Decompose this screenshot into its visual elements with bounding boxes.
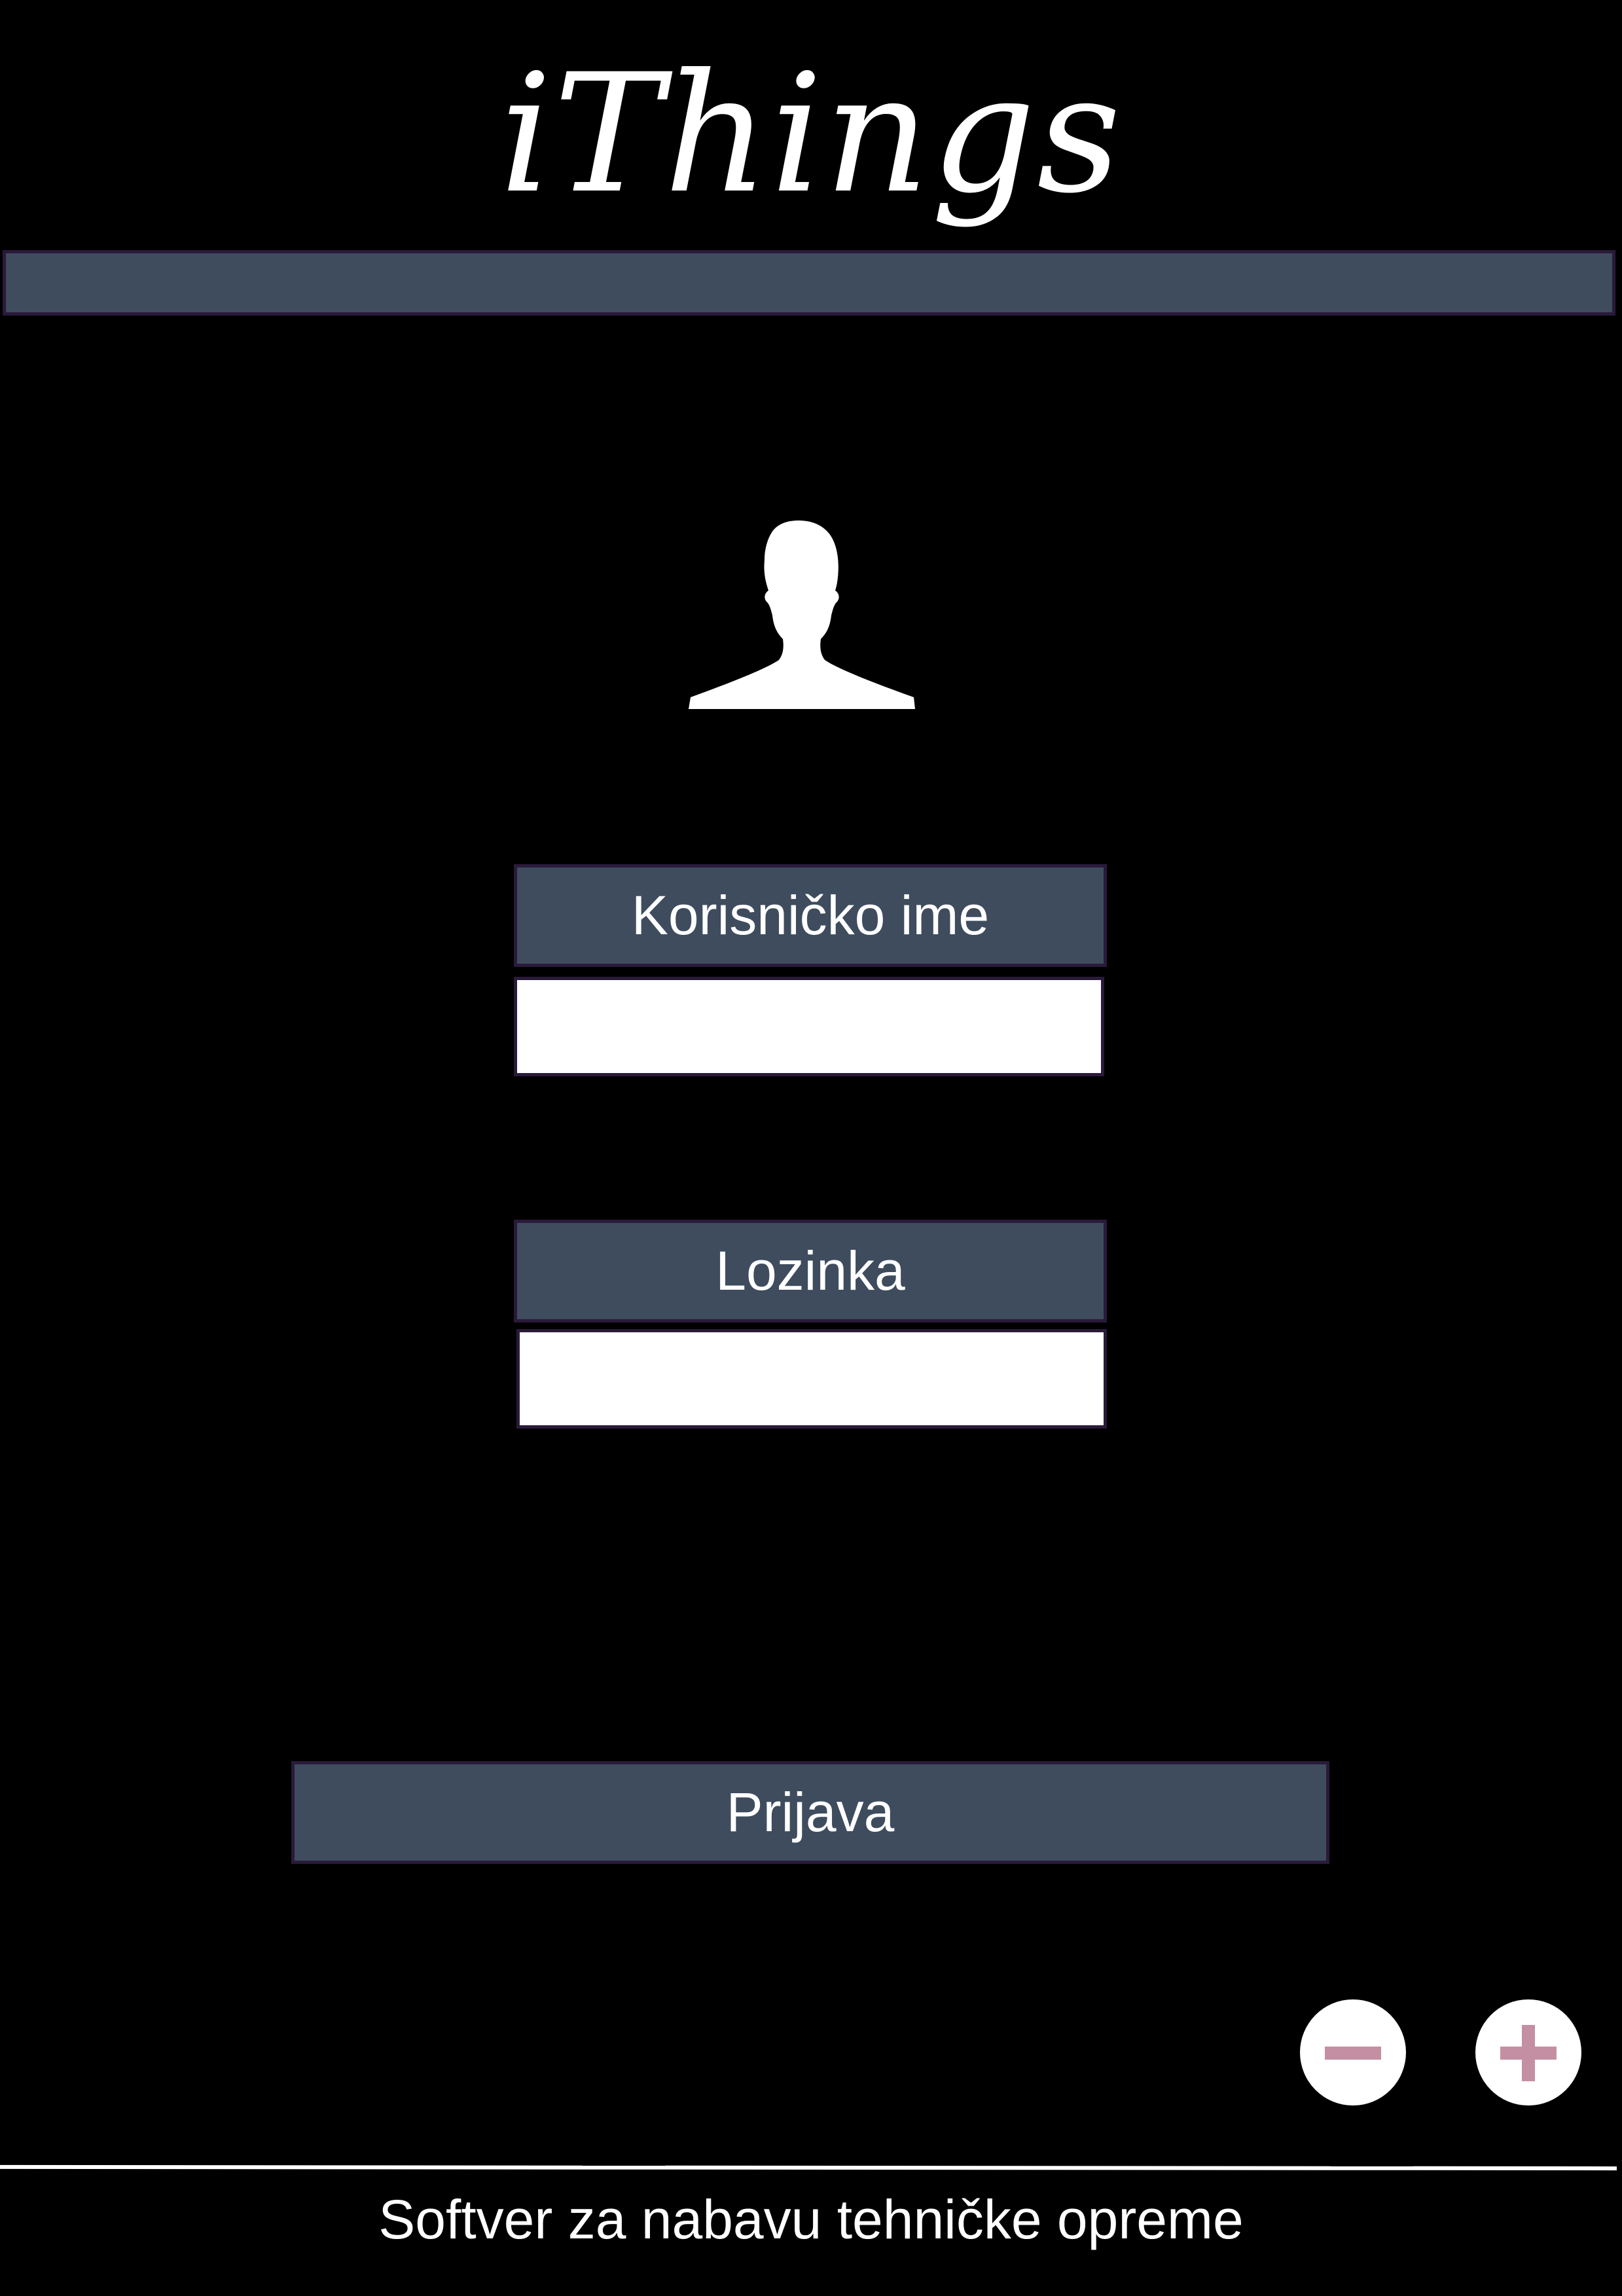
password-label: Lozinka bbox=[514, 1220, 1107, 1322]
login-button[interactable]: Prijava bbox=[291, 1761, 1329, 1864]
footer-tagline: Softver za nabavu tehničke opreme bbox=[378, 2189, 1244, 2250]
user-avatar-icon bbox=[687, 517, 916, 710]
password-input[interactable] bbox=[516, 1329, 1107, 1429]
zoom-out-button[interactable] bbox=[1300, 1999, 1406, 2105]
header-bar bbox=[3, 250, 1615, 316]
username-label: Korisničko ime bbox=[514, 864, 1107, 967]
minus-icon bbox=[1325, 2047, 1381, 2060]
zoom-in-button[interactable] bbox=[1475, 1999, 1581, 2105]
footer-divider bbox=[0, 2164, 1617, 2171]
plus-icon bbox=[1500, 2025, 1557, 2081]
app-logo: iThings bbox=[499, 39, 1123, 229]
username-input[interactable] bbox=[514, 977, 1104, 1076]
